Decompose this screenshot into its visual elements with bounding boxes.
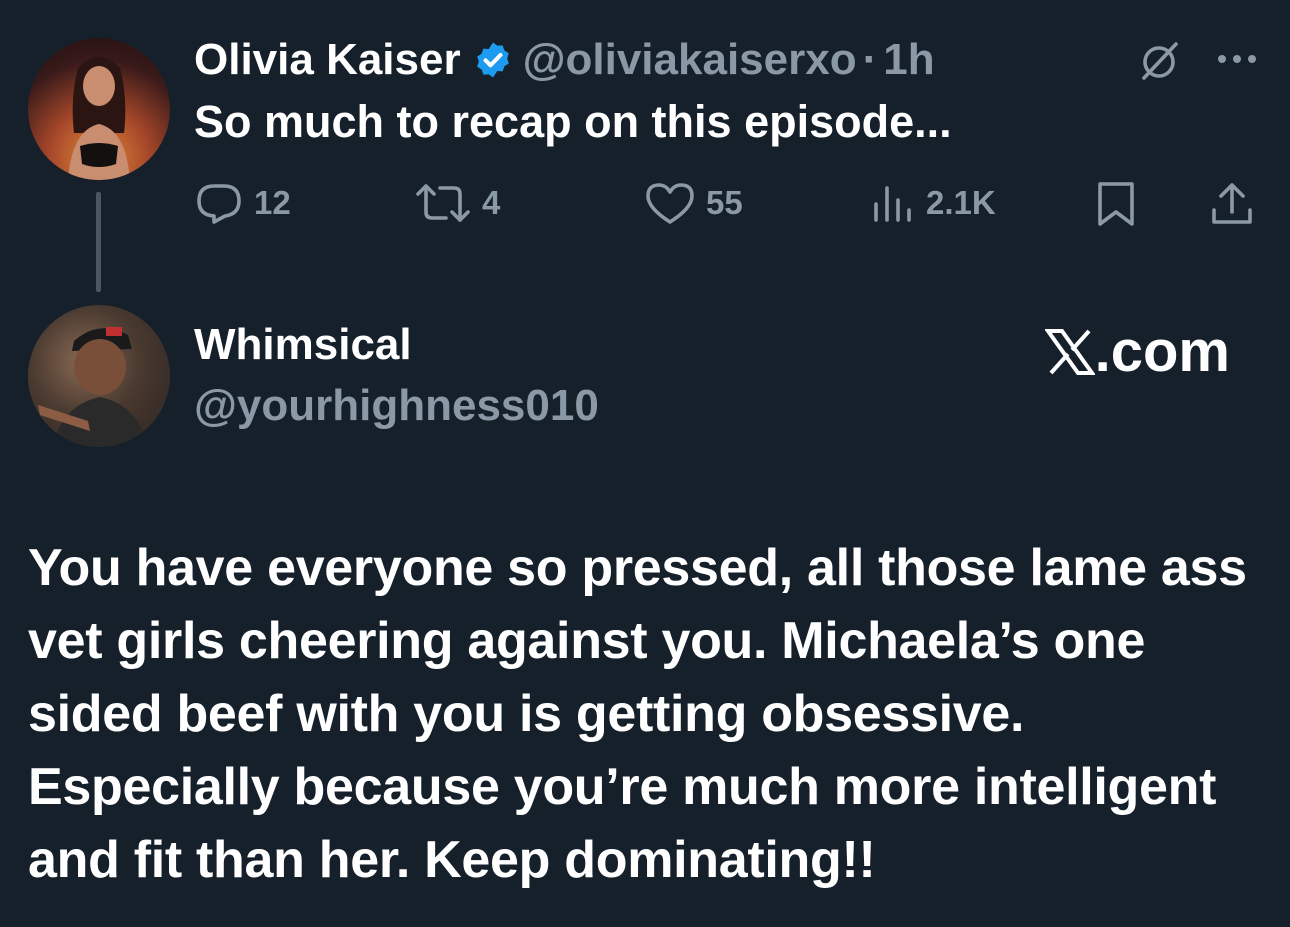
more-icon[interactable] (1216, 52, 1258, 71)
like-count: 55 (706, 184, 743, 221)
grok-icon[interactable] (1136, 38, 1182, 89)
avatar-whimsical[interactable] (28, 305, 170, 447)
retweet-count: 4 (482, 184, 501, 221)
views-count: 2.1K (926, 184, 996, 221)
author-handle[interactable]: @oliviakaiserxo (523, 35, 857, 85)
thread-connector-line (96, 192, 101, 292)
like-button[interactable]: 55 (644, 180, 743, 226)
brand-label: .com (1094, 319, 1230, 384)
avatar-portrait-icon (68, 57, 130, 180)
verified-badge-icon (473, 40, 513, 80)
x-logo-icon (1044, 328, 1095, 376)
share-button[interactable] (1208, 180, 1256, 228)
views-button[interactable]: 2.1K (870, 180, 996, 226)
reply-author-handle[interactable]: @yourhighness010 (194, 381, 599, 431)
bookmark-icon (1098, 182, 1134, 226)
dot-separator: · (862, 35, 878, 84)
reply-icon (197, 184, 241, 224)
retweet-button[interactable]: 4 (414, 180, 500, 226)
x-com-watermark: .com (1044, 318, 1230, 385)
retweet-icon (416, 184, 470, 222)
bookmark-button[interactable] (1094, 180, 1138, 228)
reply-author-name[interactable]: Whimsical (194, 320, 412, 370)
author-name[interactable]: Olivia Kaiser (194, 35, 461, 85)
avatar-olivia-kaiser[interactable] (28, 38, 170, 180)
tweet-header: Olivia Kaiser @oliviakaiserxo · 1h (194, 32, 935, 88)
tweet-time[interactable]: 1h (883, 35, 934, 85)
like-icon (646, 183, 694, 224)
avatar-portrait-icon (38, 327, 148, 447)
reply-count: 12 (254, 184, 291, 221)
reply-text: You have everyone so pressed, all those … (28, 539, 1247, 889)
tweet-text: So much to recap on this episode... (194, 96, 952, 147)
share-icon (1212, 183, 1252, 224)
reply-button[interactable]: 12 (194, 180, 291, 226)
views-icon (874, 186, 911, 222)
